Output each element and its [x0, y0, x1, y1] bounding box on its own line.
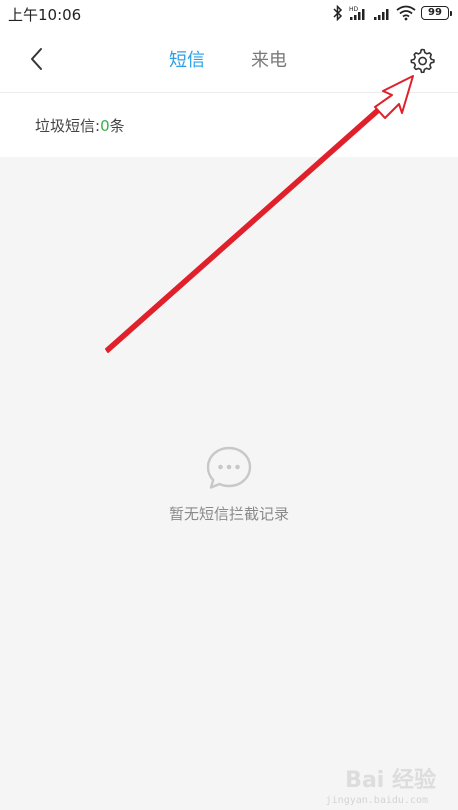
- signal-icon: [374, 9, 389, 20]
- spam-count-label: 垃圾短信:: [35, 117, 101, 135]
- bluetooth-icon: [333, 5, 343, 21]
- watermark-site: jingyan.baidu.com: [325, 795, 428, 806]
- tab-bar: 短信 来电: [0, 26, 458, 92]
- battery-icon: 99: [421, 6, 452, 20]
- tab-sms[interactable]: 短信: [169, 46, 205, 72]
- watermark-logo: Bai 经验: [345, 768, 436, 793]
- spam-count: 垃圾短信:0条: [35, 115, 125, 136]
- status-bar: 上午10:06 HD 99: [0, 0, 458, 26]
- back-button[interactable]: [22, 44, 52, 74]
- status-time: 上午10:06: [8, 6, 82, 24]
- gear-icon: [410, 48, 435, 74]
- wifi-icon: [396, 5, 416, 21]
- battery-level: 99: [421, 6, 449, 20]
- status-icons: HD 99: [333, 3, 452, 23]
- title-bar: 短信 来电: [0, 26, 458, 93]
- empty-message: 暂无短信拦截记录: [168, 505, 289, 523]
- signal-hd-icon: HD: [349, 6, 365, 20]
- spam-count-unit: 条: [109, 117, 125, 135]
- settings-button[interactable]: [408, 46, 436, 74]
- svg-text:HD: HD: [349, 6, 359, 13]
- spam-count-value: 0: [100, 117, 110, 135]
- empty-state: 暂无短信拦截记录: [0, 445, 458, 524]
- chevron-left-icon: [31, 48, 42, 70]
- tab-calls[interactable]: 来电: [251, 46, 287, 72]
- chat-bubble-icon: [206, 446, 252, 489]
- spam-count-row: 垃圾短信:0条: [0, 93, 458, 157]
